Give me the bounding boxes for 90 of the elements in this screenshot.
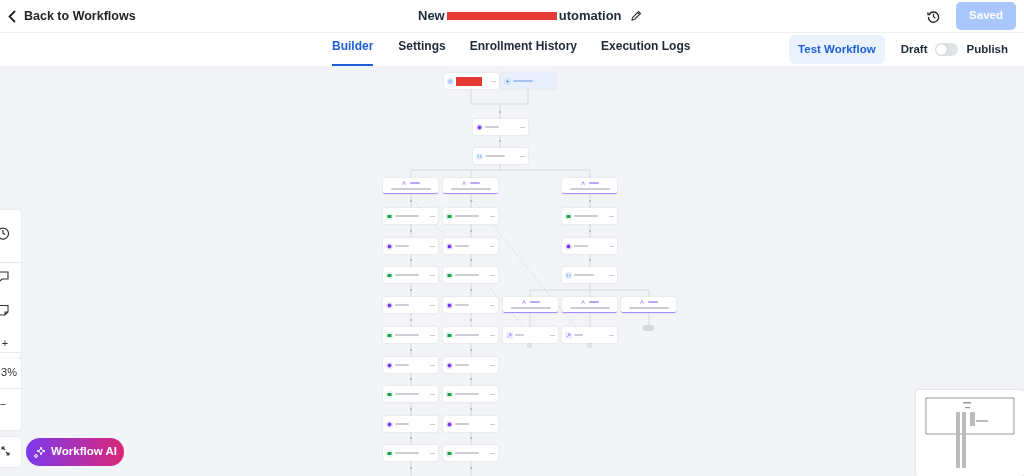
branch-icon — [580, 300, 585, 304]
mail-icon — [446, 212, 453, 220]
branch-icon — [401, 181, 406, 185]
action-node[interactable] — [473, 119, 528, 135]
history-icon[interactable] — [927, 9, 941, 23]
add-trigger-node[interactable] — [501, 73, 556, 89]
action-node[interactable] — [562, 208, 617, 224]
tab[interactable]: Enrollment History — [469, 29, 578, 66]
branch-node[interactable] — [383, 178, 438, 194]
mail-icon — [386, 390, 393, 398]
action-node[interactable] — [562, 238, 617, 254]
trigger-node[interactable] — [444, 73, 499, 89]
back-icon[interactable] — [8, 9, 16, 23]
circle-icon — [565, 242, 572, 250]
zoom-in-button[interactable]: + — [0, 335, 14, 352]
action-node[interactable] — [443, 357, 498, 373]
mail-icon — [565, 212, 572, 220]
action-node[interactable] — [383, 357, 438, 373]
action-node[interactable] — [443, 297, 498, 313]
action-node[interactable] — [443, 208, 498, 224]
branch-icon — [521, 300, 526, 304]
mail-icon — [446, 331, 453, 339]
action-node[interactable] — [443, 238, 498, 254]
arrow-icon — [506, 331, 513, 339]
branch-node[interactable] — [621, 297, 676, 313]
branch-node[interactable] — [443, 178, 498, 194]
workflow-ai-button[interactable]: Workflow AI — [26, 438, 124, 466]
mail-icon — [446, 449, 453, 457]
action-node[interactable] — [443, 267, 498, 283]
mail-icon — [446, 271, 453, 279]
zoom-out-button[interactable]: − — [0, 396, 12, 413]
end-marker — [643, 325, 654, 331]
action-node[interactable] — [562, 327, 617, 343]
mail-icon — [386, 271, 393, 279]
condition-icon — [476, 152, 483, 160]
action-node[interactable] — [443, 327, 498, 343]
tab[interactable]: Execution Logs — [601, 29, 691, 66]
redaction-mark — [456, 76, 482, 86]
action-node[interactable] — [383, 386, 438, 402]
action-node[interactable] — [443, 416, 498, 432]
circle-icon — [446, 301, 453, 309]
publish-label: Publish — [966, 41, 1008, 57]
action-node[interactable] — [473, 148, 528, 164]
publish-toggle[interactable] — [935, 43, 959, 56]
arrow-icon — [565, 331, 572, 339]
branch-icon — [580, 181, 585, 185]
trigger-icon — [447, 77, 454, 85]
mail-icon — [386, 212, 393, 220]
action-node[interactable] — [443, 386, 498, 402]
branch-icon — [639, 300, 644, 304]
zoom-level: 3% — [0, 365, 18, 380]
circle-icon — [476, 123, 483, 131]
action-node[interactable] — [383, 267, 438, 283]
edit-icon[interactable] — [629, 10, 642, 22]
circle-icon — [386, 242, 393, 250]
link-marker-icon — [527, 343, 532, 348]
test-workflow-button[interactable]: Test Workflow — [789, 34, 885, 65]
action-node[interactable] — [383, 445, 438, 461]
action-node[interactable] — [383, 416, 438, 432]
sparkle-icon — [33, 445, 47, 459]
branch-node[interactable] — [503, 297, 558, 313]
mail-icon — [386, 449, 393, 457]
circle-icon — [446, 361, 453, 369]
circle-icon — [386, 361, 393, 369]
branch-node[interactable] — [562, 178, 617, 194]
action-node[interactable] — [383, 238, 438, 254]
circle-icon — [446, 242, 453, 250]
action-node[interactable] — [383, 297, 438, 313]
branch-node[interactable] — [562, 297, 617, 313]
action-node[interactable] — [443, 445, 498, 461]
history-icon[interactable] — [0, 226, 10, 240]
tab[interactable]: Settings — [398, 29, 446, 66]
action-node[interactable] — [562, 267, 617, 283]
branch-icon — [461, 181, 466, 185]
action-node[interactable] — [383, 327, 438, 343]
action-node[interactable] — [383, 208, 438, 224]
circle-icon — [446, 420, 453, 428]
circle-icon — [386, 420, 393, 428]
action-node[interactable] — [503, 327, 558, 343]
workflow-title: utomation — [558, 7, 622, 26]
fit-view-icon[interactable] — [1, 446, 10, 456]
workflow-title: New — [418, 7, 445, 26]
plus-icon — [504, 77, 511, 85]
link-marker-icon — [587, 343, 592, 348]
mail-icon — [446, 390, 453, 398]
condition-icon — [565, 271, 572, 279]
draft-label: Draft — [900, 41, 928, 57]
circle-icon — [386, 301, 393, 309]
back-link[interactable]: Back to Workflows — [24, 6, 136, 26]
mail-icon — [386, 331, 393, 339]
